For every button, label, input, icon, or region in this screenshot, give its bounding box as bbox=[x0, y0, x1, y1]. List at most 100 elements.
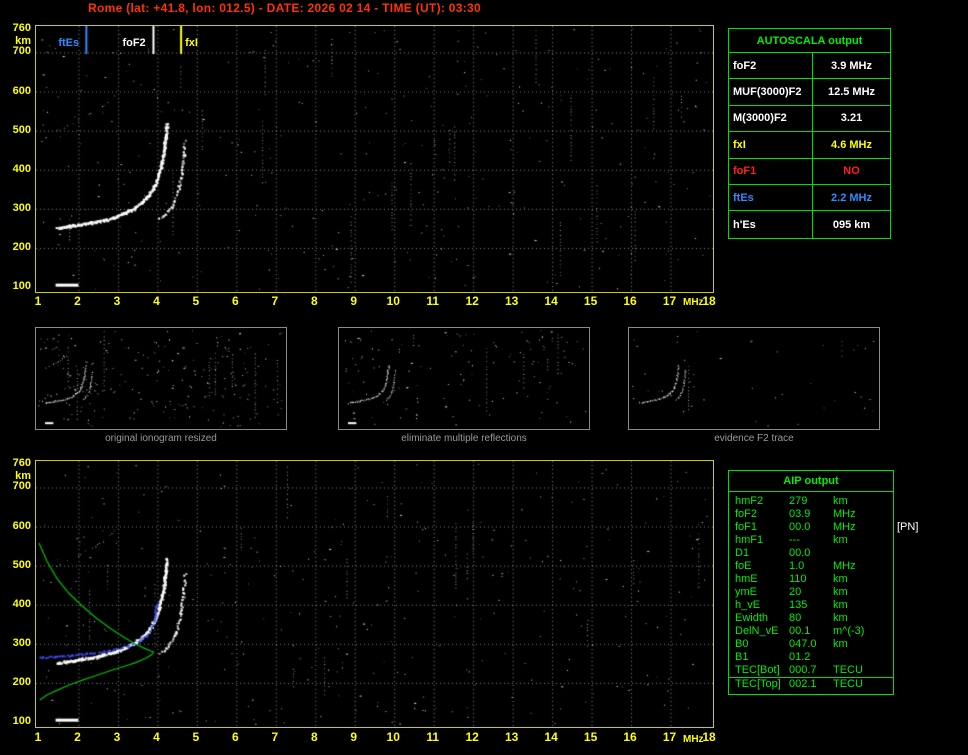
aip-row-DelN_vE: DelN_vE 00.1 m^(-3) bbox=[729, 625, 893, 638]
parameter-unit: TECU bbox=[833, 678, 863, 690]
x-axis-tick-6: 6 bbox=[232, 294, 239, 308]
parameter-value: 2.2 MHz bbox=[831, 191, 872, 204]
x-axis-tick-2: 2 bbox=[74, 294, 81, 308]
autoscala-output-window: Rome (lat: +41.8, lon: 012.5) - DATE: 20… bbox=[0, 0, 968, 755]
x-axis-tick-8: 8 bbox=[310, 730, 318, 744]
top-plot-y-axis-labels: 760 700 600 500 400 300 200 100 km bbox=[0, 0, 33, 755]
x-axis-tick-1: 1 bbox=[34, 730, 42, 744]
parameter-value: 00.0 bbox=[789, 547, 811, 559]
thumbnail-f2-trace-evidence bbox=[628, 327, 880, 430]
parameter-label: foE bbox=[735, 560, 752, 572]
y-axis-tick-700: 700 bbox=[12, 480, 31, 493]
x-axis-tick-13: 13 bbox=[504, 730, 519, 744]
station-date-title: Rome (lat: +41.8, lon: 012.5) - DATE: 20… bbox=[88, 1, 481, 15]
parameter-value: NO bbox=[843, 165, 860, 178]
autoscala-row-foF1: foF1 NO bbox=[729, 158, 890, 185]
bottom-plot-x-axis-unit: MHz bbox=[683, 734, 704, 745]
profile-ionogram-plot bbox=[35, 460, 714, 728]
parameter-label: ymE bbox=[735, 586, 757, 598]
parameter-value: 12.5 MHz bbox=[827, 86, 876, 99]
y-axis-tick-100: 100 bbox=[12, 715, 31, 727]
aip-row-B1: B1 01.2 bbox=[729, 651, 893, 664]
x-axis-tick-14: 14 bbox=[544, 294, 558, 308]
parameter-label: ftEs bbox=[729, 184, 813, 211]
aip-row-foF2: foF2 03.9 MHz bbox=[729, 508, 893, 521]
x-axis-tick-5: 5 bbox=[192, 294, 200, 308]
aip-row-ymE: ymE 20 km bbox=[729, 586, 893, 599]
aip-row-foE: foE 1.0 MHz bbox=[729, 560, 893, 573]
parameter-label: foF1 bbox=[729, 158, 813, 184]
parameter-label: fxI bbox=[729, 132, 813, 158]
parameter-unit: TECU bbox=[833, 664, 863, 676]
x-axis-tick-15: 15 bbox=[583, 730, 598, 744]
thumbnail-original-ionogram-canvas bbox=[36, 328, 286, 429]
x-axis-tick-9: 9 bbox=[350, 294, 358, 308]
parameter-label: h_vE bbox=[735, 599, 761, 611]
autoscala-row-fxI: fxI 4.6 MHz bbox=[729, 132, 890, 159]
y-axis-tick-760: 760 bbox=[12, 457, 31, 469]
autoscala-row-h'Es: h'Es 095 km bbox=[729, 211, 890, 238]
parameter-value: 000.7 bbox=[789, 664, 817, 676]
parameter-value: 80 bbox=[789, 612, 802, 624]
x-axis-tick-9: 9 bbox=[350, 730, 358, 744]
parameter-flag: [PN] bbox=[897, 521, 919, 533]
parameter-label: B0 bbox=[735, 638, 749, 650]
top-plot-x-axis-unit: MHz bbox=[683, 297, 704, 308]
parameter-label: TEC[Top] bbox=[735, 678, 781, 690]
y-axis-tick-600: 600 bbox=[12, 84, 31, 97]
parameter-label: B1 bbox=[735, 651, 749, 663]
profile-ionogram-canvas bbox=[36, 461, 713, 727]
y-axis-tick-500: 500 bbox=[12, 558, 31, 571]
x-axis-tick-17: 17 bbox=[662, 294, 677, 308]
parameter-label: MUF(3000)F2 bbox=[729, 79, 813, 105]
aip-row-D1: D1 00.0 bbox=[729, 547, 893, 560]
x-axis-tick-16: 16 bbox=[623, 294, 637, 308]
x-axis-tick-5: 5 bbox=[192, 730, 200, 744]
parameter-value: 01.2 bbox=[789, 651, 811, 663]
parameter-value: 095 km bbox=[832, 218, 871, 231]
y-axis-tick-500: 500 bbox=[12, 123, 31, 136]
aip-row-h_vE: h_vE 135 km bbox=[729, 599, 893, 612]
x-axis-tick-14: 14 bbox=[544, 730, 558, 744]
parameter-value: 20 bbox=[789, 586, 802, 598]
parameter-value: 3.21 bbox=[840, 112, 863, 125]
parameter-unit: km bbox=[833, 612, 848, 624]
y-axis-tick-700: 700 bbox=[12, 45, 31, 58]
x-axis-tick-12: 12 bbox=[465, 730, 479, 744]
x-axis-tick-4: 4 bbox=[153, 294, 160, 308]
parameter-label: hmF2 bbox=[735, 495, 764, 507]
parameter-value: 00.0 bbox=[789, 521, 811, 533]
y-axis-unit-label: km bbox=[15, 35, 31, 47]
x-axis-tick-8: 8 bbox=[310, 294, 318, 308]
y-axis-tick-600: 600 bbox=[12, 519, 31, 532]
parameter-label: foF2 bbox=[729, 53, 813, 79]
parameter-label: Ewidth bbox=[735, 612, 769, 624]
x-axis-tick-10: 10 bbox=[386, 294, 400, 308]
aip-row-hmF1: hmF1 --- km bbox=[729, 534, 893, 547]
x-axis-tick-1: 1 bbox=[34, 294, 42, 308]
parameter-unit: km bbox=[833, 573, 848, 585]
thumbnail-original-ionogram bbox=[35, 327, 287, 430]
parameter-label: foF1 bbox=[735, 521, 758, 533]
aip-row-hmE: hmE 110 km bbox=[729, 573, 893, 586]
autoscala-output-table-rows: foF2 3.9 MHz MUF(3000)F2 12.5 MHz M(3000)F2 3… bbox=[729, 53, 890, 238]
parameter-label: foF2 bbox=[735, 508, 758, 520]
parameter-unit: MHz bbox=[833, 508, 856, 520]
parameter-label: DelN_vE bbox=[735, 625, 779, 637]
parameter-unit: m^(-3) bbox=[833, 625, 865, 637]
aip-output-table-title: AIP output bbox=[729, 471, 893, 492]
y-axis-tick-760: 760 bbox=[12, 22, 31, 34]
x-axis-tick-3: 3 bbox=[113, 730, 121, 744]
parameter-unit: MHz bbox=[833, 560, 856, 572]
parameter-unit: km bbox=[833, 495, 848, 507]
thumbnail-caption-evidence: evidence F2 trace bbox=[714, 433, 794, 444]
marker-label-ftEs: ftEs bbox=[58, 37, 80, 49]
parameter-unit: km bbox=[833, 638, 848, 650]
parameter-unit: km bbox=[833, 599, 848, 611]
y-axis-tick-400: 400 bbox=[12, 597, 31, 610]
parameter-value: 3.9 MHz bbox=[831, 59, 872, 72]
parameter-unit: km bbox=[833, 534, 848, 546]
parameter-label: M(3000)F2 bbox=[729, 105, 813, 132]
parameter-unit: km bbox=[833, 586, 848, 598]
y-axis-tick-200: 200 bbox=[12, 240, 31, 253]
